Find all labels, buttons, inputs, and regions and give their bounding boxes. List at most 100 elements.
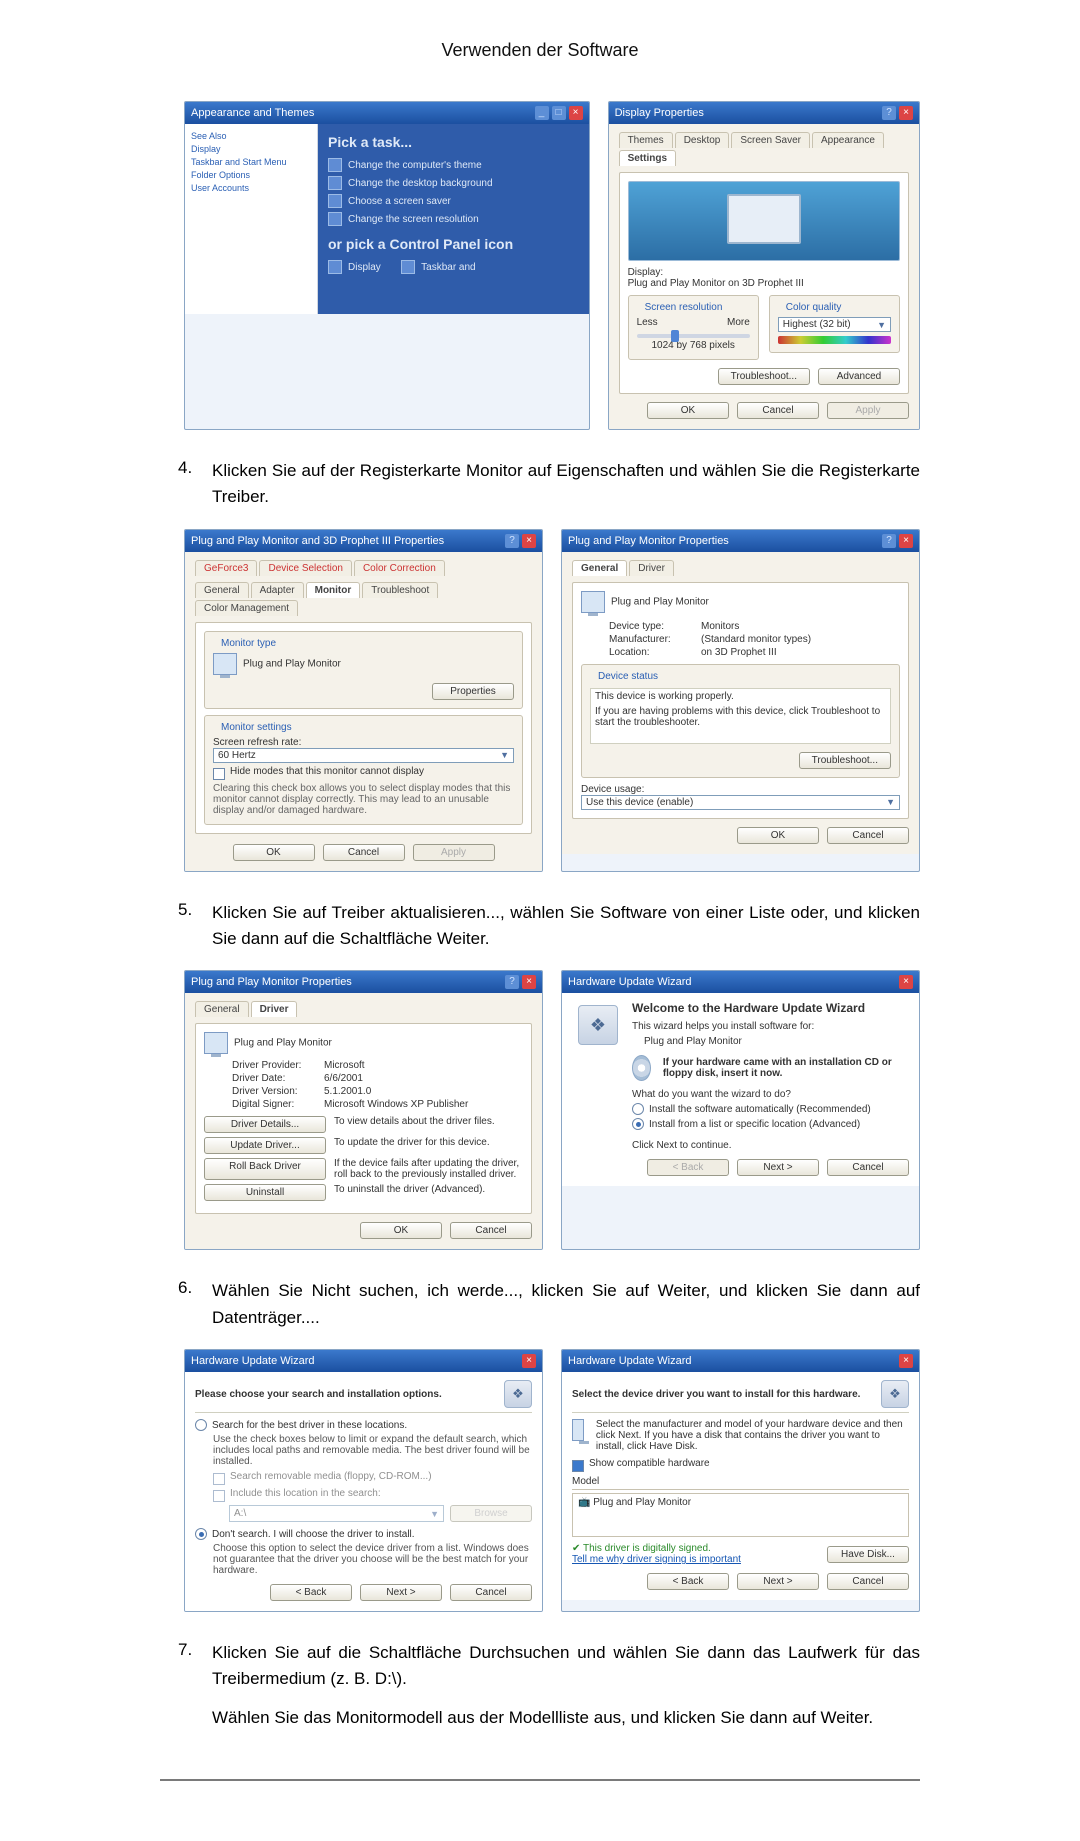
show-compatible-checkbox[interactable]: Show compatible hardware	[572, 1458, 909, 1472]
tab-screensaver[interactable]: Screen Saver	[731, 132, 810, 148]
manufacturer-value: (Standard monitor types)	[701, 634, 811, 645]
cancel-button[interactable]: Cancel	[737, 402, 819, 419]
back-button[interactable]: < Back	[270, 1584, 352, 1601]
refresh-select[interactable]: 60 Hertz▼	[213, 748, 514, 763]
tell-me-why-link[interactable]: Tell me why driver signing is important	[572, 1554, 741, 1565]
properties-button[interactable]: Properties	[432, 683, 514, 700]
ok-button[interactable]: OK	[360, 1222, 442, 1239]
quality-select[interactable]: Highest (32 bit)▼	[778, 317, 891, 332]
radio-dont-search[interactable]: Don't search. I will choose the driver t…	[195, 1528, 532, 1540]
close-icon[interactable]: ×	[899, 106, 913, 120]
next-button[interactable]: Next >	[737, 1159, 819, 1176]
cancel-button[interactable]: Cancel	[450, 1584, 532, 1601]
step-4: 4. Klicken Sie auf der Registerkarte Mon…	[160, 458, 920, 511]
window-title: Hardware Update Wizard	[568, 976, 692, 988]
help-icon[interactable]: ?	[505, 534, 519, 548]
radio-search[interactable]: Search for the best driver in these loca…	[195, 1419, 532, 1431]
tab-adapter[interactable]: Adapter	[251, 582, 304, 598]
close-icon[interactable]: ×	[899, 534, 913, 548]
device-usage-select[interactable]: Use this device (enable)▼	[581, 795, 900, 810]
tab-appearance[interactable]: Appearance	[812, 132, 884, 148]
sidebar-item[interactable]: User Accounts	[191, 183, 311, 193]
close-icon[interactable]: ×	[899, 975, 913, 989]
sidebar-item[interactable]: See Also	[191, 131, 311, 141]
monitor-icon	[581, 591, 605, 613]
tab-geforce[interactable]: GeForce3	[195, 560, 257, 576]
back-button[interactable]: < Back	[647, 1573, 729, 1590]
tab-device-selection[interactable]: Device Selection	[259, 560, 351, 576]
close-icon[interactable]: ×	[522, 534, 536, 548]
next-button[interactable]: Next >	[737, 1573, 819, 1590]
cancel-button[interactable]: Cancel	[827, 1159, 909, 1176]
troubleshoot-button[interactable]: Troubleshoot...	[718, 368, 810, 385]
minimize-icon[interactable]: _	[535, 106, 549, 120]
task-item[interactable]: Change the screen resolution	[328, 212, 579, 226]
uninstall-button[interactable]: Uninstall	[204, 1184, 326, 1201]
help-icon[interactable]: ?	[882, 534, 896, 548]
driver-details-button[interactable]: Driver Details...	[204, 1116, 326, 1133]
task-item[interactable]: Choose a screen saver	[328, 194, 579, 208]
tab-general[interactable]: General	[195, 582, 249, 598]
tab-color-correction[interactable]: Color Correction	[354, 560, 445, 576]
digital-signer-value: Microsoft Windows XP Publisher	[324, 1099, 468, 1110]
tab-desktop[interactable]: Desktop	[675, 132, 730, 148]
tab-troubleshoot[interactable]: Troubleshoot	[362, 582, 438, 598]
update-driver-button[interactable]: Update Driver...	[204, 1137, 326, 1154]
window-titlebar: Appearance and Themes _ □ ×	[185, 102, 589, 124]
task-item[interactable]: Change the computer's theme	[328, 158, 579, 172]
cp-icon-item[interactable]: Display Taskbar and	[328, 260, 579, 274]
monitor-type-group: Monitor type	[217, 638, 280, 649]
tab-settings[interactable]: Settings	[619, 150, 676, 166]
resolution-slider[interactable]	[637, 334, 750, 338]
model-list-item[interactable]: 📺 Plug and Play Monitor	[578, 1497, 691, 1508]
troubleshoot-button[interactable]: Troubleshoot...	[799, 752, 891, 769]
model-list[interactable]: 📺 Plug and Play Monitor	[572, 1493, 909, 1537]
tab-general[interactable]: General	[572, 560, 627, 576]
have-disk-button[interactable]: Have Disk...	[827, 1546, 909, 1563]
tab-color-mgmt[interactable]: Color Management	[195, 600, 298, 616]
screenshot-pair-4: Hardware Update Wizard× Please choose yo…	[184, 1349, 920, 1612]
tab-general[interactable]: General	[195, 1001, 249, 1017]
rollback-driver-button[interactable]: Roll Back Driver	[204, 1158, 326, 1180]
apply-button[interactable]: Apply	[827, 402, 909, 419]
cancel-button[interactable]: Cancel	[827, 1573, 909, 1590]
tab-themes[interactable]: Themes	[619, 132, 673, 148]
sidebar: See Also Display Taskbar and Start Menu …	[185, 124, 318, 314]
back-button[interactable]: < Back	[647, 1159, 729, 1176]
next-button[interactable]: Next >	[360, 1584, 442, 1601]
signed-label: ✔ This driver is digitally signed.	[572, 1543, 741, 1554]
close-icon[interactable]: ×	[569, 106, 583, 120]
pick-task-heading: Pick a task...	[328, 134, 579, 150]
cancel-button[interactable]: Cancel	[323, 844, 405, 861]
maximize-icon[interactable]: □	[552, 106, 566, 120]
close-icon[interactable]: ×	[522, 975, 536, 989]
help-icon[interactable]: ?	[882, 106, 896, 120]
model-header: Model	[572, 1476, 909, 1490]
cancel-button[interactable]: Cancel	[827, 827, 909, 844]
sidebar-item[interactable]: Taskbar and Start Menu	[191, 157, 311, 167]
wizard-radio-list[interactable]: Install from a list or specific location…	[632, 1118, 909, 1130]
sidebar-item[interactable]: Display	[191, 144, 311, 154]
help-icon[interactable]: ?	[505, 975, 519, 989]
task-icon	[328, 158, 342, 172]
ok-button[interactable]: OK	[737, 827, 819, 844]
tab-driver[interactable]: Driver	[629, 560, 674, 576]
wizard-radio-auto[interactable]: Install the software automatically (Reco…	[632, 1103, 909, 1115]
cancel-button[interactable]: Cancel	[450, 1222, 532, 1239]
advanced-button[interactable]: Advanced	[818, 368, 900, 385]
task-item[interactable]: Change the desktop background	[328, 176, 579, 190]
close-icon[interactable]: ×	[522, 1354, 536, 1368]
tab-monitor[interactable]: Monitor	[306, 582, 361, 598]
doc-title: Verwenden der Software	[0, 40, 1080, 61]
ok-button[interactable]: OK	[647, 402, 729, 419]
tab-driver[interactable]: Driver	[251, 1001, 298, 1017]
chevron-down-icon: ▼	[500, 750, 509, 760]
hide-modes-checkbox[interactable]: Hide modes that this monitor cannot disp…	[213, 766, 514, 780]
sidebar-item[interactable]: Folder Options	[191, 170, 311, 180]
apply-button[interactable]: Apply	[413, 844, 495, 861]
close-icon[interactable]: ×	[899, 1354, 913, 1368]
driver-provider-value: Microsoft	[324, 1060, 365, 1071]
ok-button[interactable]: OK	[233, 844, 315, 861]
taskbar-icon	[401, 260, 415, 274]
window-title: Plug and Play Monitor and 3D Prophet III…	[191, 535, 444, 547]
